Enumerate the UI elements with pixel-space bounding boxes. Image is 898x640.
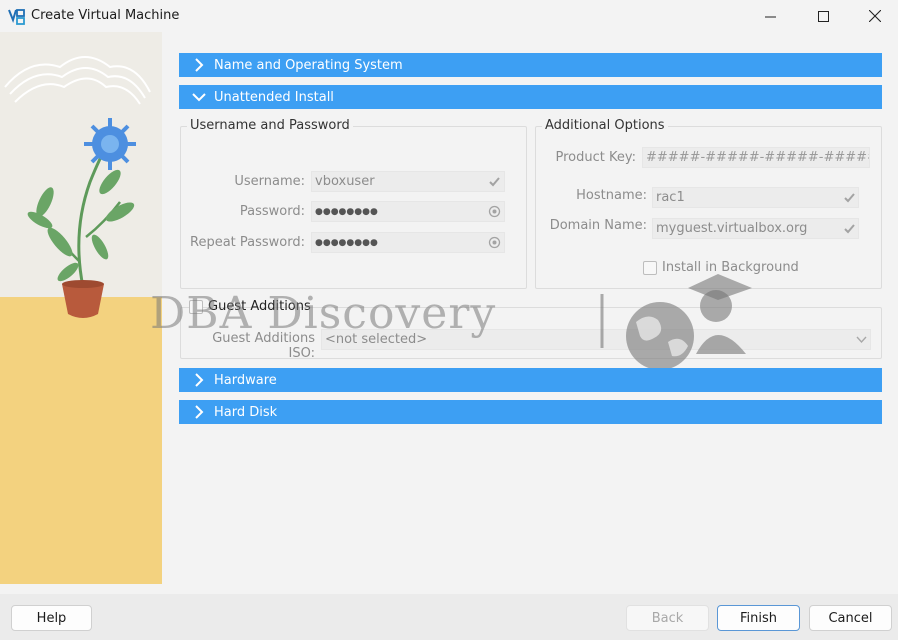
title-bar: Create Virtual Machine [0,0,898,32]
section-hard-disk[interactable]: Hard Disk [179,400,882,424]
password-value: ●●●●●●●● [315,207,378,217]
domain-name-input[interactable]: myguest.virtualbox.org [652,218,859,239]
repeat-password-input[interactable]: ●●●●●●●● [311,232,505,253]
chevron-down-icon [856,336,867,344]
username-input[interactable]: vboxuser [311,171,505,192]
checkmark-icon [489,177,500,187]
checkmark-icon [844,224,855,234]
repeat-password-label: Repeat Password: [190,235,305,250]
watermark-logo-icon [600,274,752,370]
username-value: vboxuser [315,174,375,189]
hostname-label: Hostname: [576,188,647,203]
section-label: Unattended Install [214,89,334,105]
section-label: Hard Disk [214,404,278,420]
guest-additions-checkbox[interactable] [189,300,203,314]
section-name-and-os[interactable]: Name and Operating System [179,53,882,77]
cancel-button[interactable]: Cancel [809,605,892,631]
close-window-button[interactable] [852,0,898,32]
chevron-right-icon [195,405,204,419]
section-label: Name and Operating System [214,57,403,73]
checkmark-icon [844,193,855,203]
wizard-illustration [0,32,162,584]
hostname-input[interactable]: rac1 [652,187,859,208]
domain-name-label: Domain Name: [549,218,647,233]
minimize-icon [764,16,776,17]
guest-additions-iso-label: Guest Additions ISO: [212,331,315,361]
guest-additions-label: Guest Additions [208,299,311,314]
chevron-right-icon [195,373,204,387]
product-key-input[interactable]: #####-#####-#####-#####-##### [642,147,870,168]
window-title: Create Virtual Machine [31,8,180,23]
section-label: Hardware [214,372,277,388]
password-label: Password: [239,204,305,219]
product-key-label: Product Key: [555,150,637,165]
show-password-icon[interactable] [488,236,501,249]
chevron-right-icon [195,58,204,72]
repeat-password-value: ●●●●●●●● [315,238,378,248]
help-button[interactable]: Help [11,605,92,631]
back-button[interactable]: Back [626,605,709,631]
product-key-value: #####-#####-#####-#####-##### [646,150,869,165]
password-input[interactable]: ●●●●●●●● [311,201,505,222]
guest-additions-iso-value: <not selected> [325,332,428,347]
section-hardware[interactable]: Hardware [179,368,882,392]
maximize-icon [817,10,829,22]
domain-name-value: myguest.virtualbox.org [656,221,808,236]
chevron-down-icon [192,93,206,102]
section-unattended-install[interactable]: Unattended Install [179,85,882,109]
hostname-value: rac1 [656,190,685,205]
finish-button[interactable]: Finish [717,605,800,631]
username-label: Username: [234,174,305,189]
close-icon [869,10,881,22]
virtualbox-app-icon [8,9,25,25]
show-password-icon[interactable] [488,205,501,218]
additional-options-title: Additional Options [542,118,668,133]
credentials-group-title: Username and Password [187,118,353,133]
minimize-button[interactable] [747,0,793,32]
maximize-button[interactable] [800,0,846,32]
